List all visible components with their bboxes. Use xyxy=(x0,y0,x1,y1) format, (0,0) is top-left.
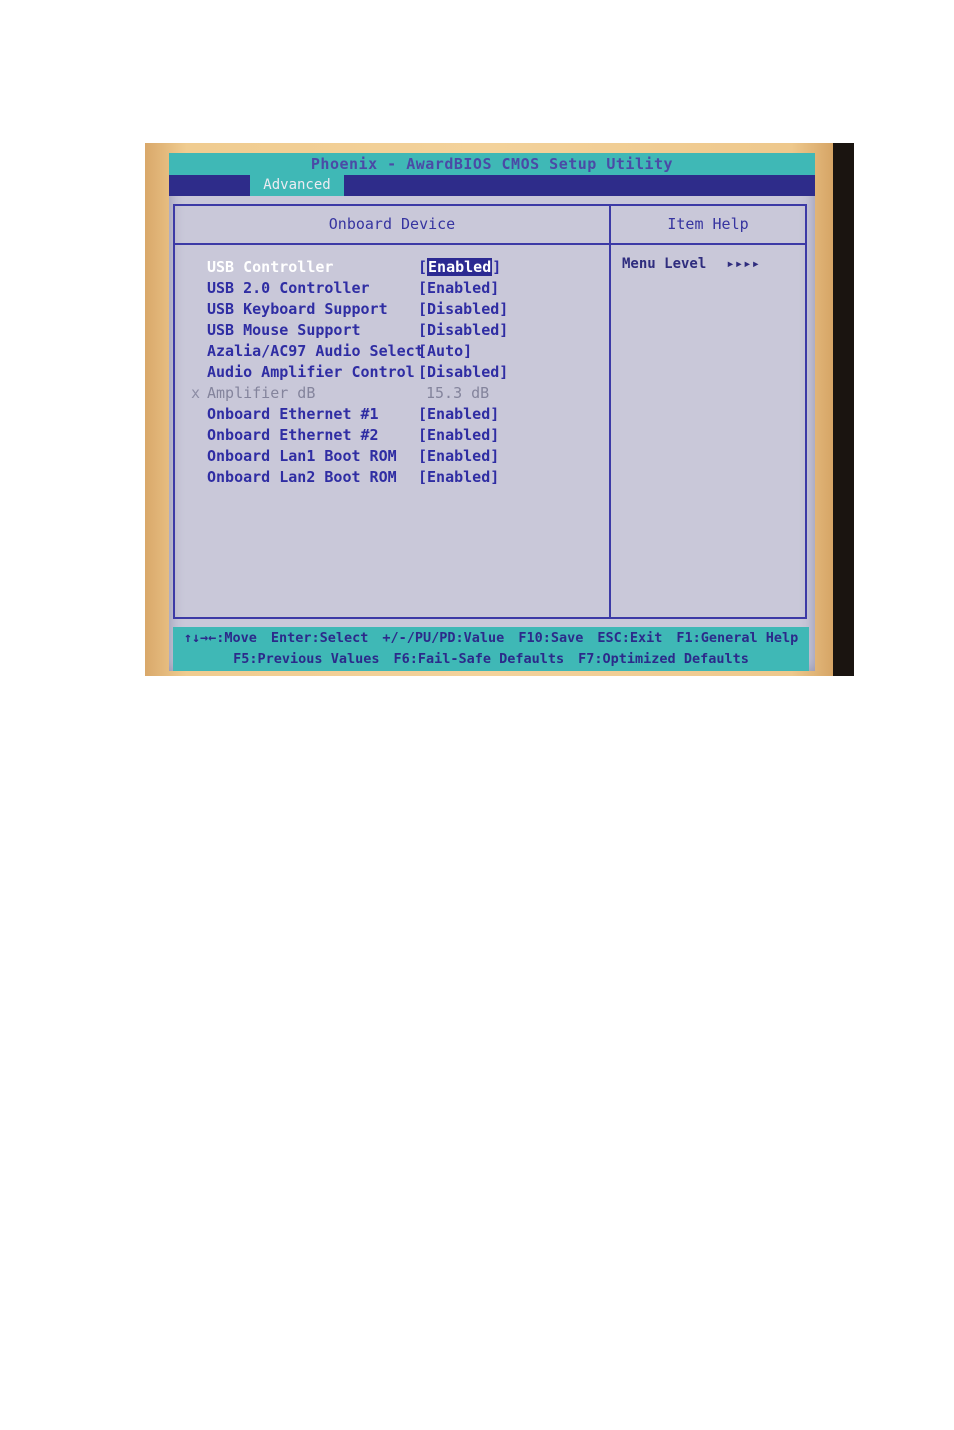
onboard-device-panel: Onboard Device USB Controller [Enabled] US… xyxy=(175,206,611,617)
key-hint: F10:Save xyxy=(518,630,584,646)
monitor-photo: Phoenix - AwardBIOS CMOS Setup Utility A… xyxy=(145,143,854,676)
setting-label: Amplifier dB xyxy=(207,384,316,402)
key-hint: F1:General Help xyxy=(676,630,799,646)
menu-level-arrows-icon: ▸▸▸▸ xyxy=(726,256,761,272)
setting-row[interactable]: USB Controller [Enabled] xyxy=(175,257,595,277)
key-hint: ESC:Exit xyxy=(597,630,663,646)
setting-label: USB Mouse Support xyxy=(207,321,361,339)
setting-row[interactable]: Onboard Lan1 Boot ROM [Enabled] xyxy=(175,446,595,466)
item-help-title: Item Help xyxy=(611,206,805,245)
setting-row[interactable]: USB Keyboard Support [Disabled] xyxy=(175,299,595,319)
menu-level-label: Menu Level xyxy=(622,256,707,272)
bios-title: Phoenix - AwardBIOS CMOS Setup Utility xyxy=(169,153,815,175)
setting-value[interactable]: [Enabled] xyxy=(418,278,499,298)
setting-value[interactable]: [Enabled] xyxy=(418,404,499,424)
tab-advanced[interactable]: Advanced xyxy=(250,175,344,196)
setting-value[interactable]: [Enabled] xyxy=(418,257,501,277)
key-hint: Enter:Select xyxy=(270,630,369,646)
key-help-line-1: ↑↓→←:Move Enter:Select +/-/PU/PD:Value F10:… xyxy=(173,630,809,646)
key-hint: F6:Fail-Safe Defaults xyxy=(393,651,565,667)
setting-row[interactable]: Audio Amplifier Control [Disabled] xyxy=(175,362,595,382)
setting-value[interactable]: [Disabled] xyxy=(418,362,508,382)
bios-screen: Phoenix - AwardBIOS CMOS Setup Utility A… xyxy=(169,153,815,671)
panel-title: Onboard Device xyxy=(175,206,609,245)
menu-level-line: Menu Level ▸▸▸▸ xyxy=(622,256,760,272)
item-help-panel: Item Help Menu Level ▸▸▸▸ xyxy=(611,206,805,617)
setting-row[interactable]: Onboard Ethernet #1 [Enabled] xyxy=(175,404,595,424)
setting-label: Onboard Ethernet #1 xyxy=(207,405,379,423)
key-hint: F5:Previous Values xyxy=(233,651,380,667)
setting-value: 15.3 dB xyxy=(426,384,490,402)
key-help-line-2: F5:Previous Values F6:Fail-Safe Defaults F… xyxy=(173,651,809,667)
key-hint: +/-/PU/PD:Value xyxy=(382,630,505,646)
monitor-bezel: Phoenix - AwardBIOS CMOS Setup Utility A… xyxy=(145,143,833,676)
setting-row[interactable]: USB Mouse Support [Disabled] xyxy=(175,320,595,340)
setting-label: USB Keyboard Support xyxy=(207,300,388,318)
key-help-footer: ↑↓→←:Move Enter:Select +/-/PU/PD:Value F10:… xyxy=(173,627,809,671)
setting-label: USB Controller xyxy=(207,258,334,276)
setting-value[interactable]: [Disabled] xyxy=(418,320,508,340)
setting-value[interactable]: [Enabled] xyxy=(418,467,499,487)
bios-menubar: Advanced xyxy=(169,175,815,196)
setting-label: Azalia/AC97 Audio Select xyxy=(207,342,424,360)
setting-row[interactable]: USB 2.0 Controller [Enabled] xyxy=(175,278,595,298)
setting-label: Audio Amplifier Control xyxy=(207,363,415,381)
main-panel: Onboard Device USB Controller [Enabled] US… xyxy=(173,204,807,619)
setting-value[interactable]: [Auto] xyxy=(418,341,472,361)
setting-label: Onboard Lan2 Boot ROM xyxy=(207,468,397,486)
key-hint: ↑↓→←:Move xyxy=(183,630,257,646)
setting-row[interactable]: Onboard Ethernet #2 [Enabled] xyxy=(175,425,595,445)
setting-value[interactable]: [Enabled] xyxy=(418,425,499,445)
setting-row[interactable]: Azalia/AC97 Audio Select [Auto] xyxy=(175,341,595,361)
disabled-marker-icon: x xyxy=(191,384,201,402)
setting-value[interactable]: [Enabled] xyxy=(418,446,499,466)
setting-row: x Amplifier dB 15.3 dB xyxy=(175,383,595,403)
setting-value[interactable]: [Disabled] xyxy=(418,299,508,319)
setting-label: Onboard Lan1 Boot ROM xyxy=(207,447,397,465)
setting-label: USB 2.0 Controller xyxy=(207,279,370,297)
setting-row[interactable]: Onboard Lan2 Boot ROM [Enabled] xyxy=(175,467,595,487)
setting-label: Onboard Ethernet #2 xyxy=(207,426,379,444)
key-hint: F7:Optimized Defaults xyxy=(578,651,749,667)
